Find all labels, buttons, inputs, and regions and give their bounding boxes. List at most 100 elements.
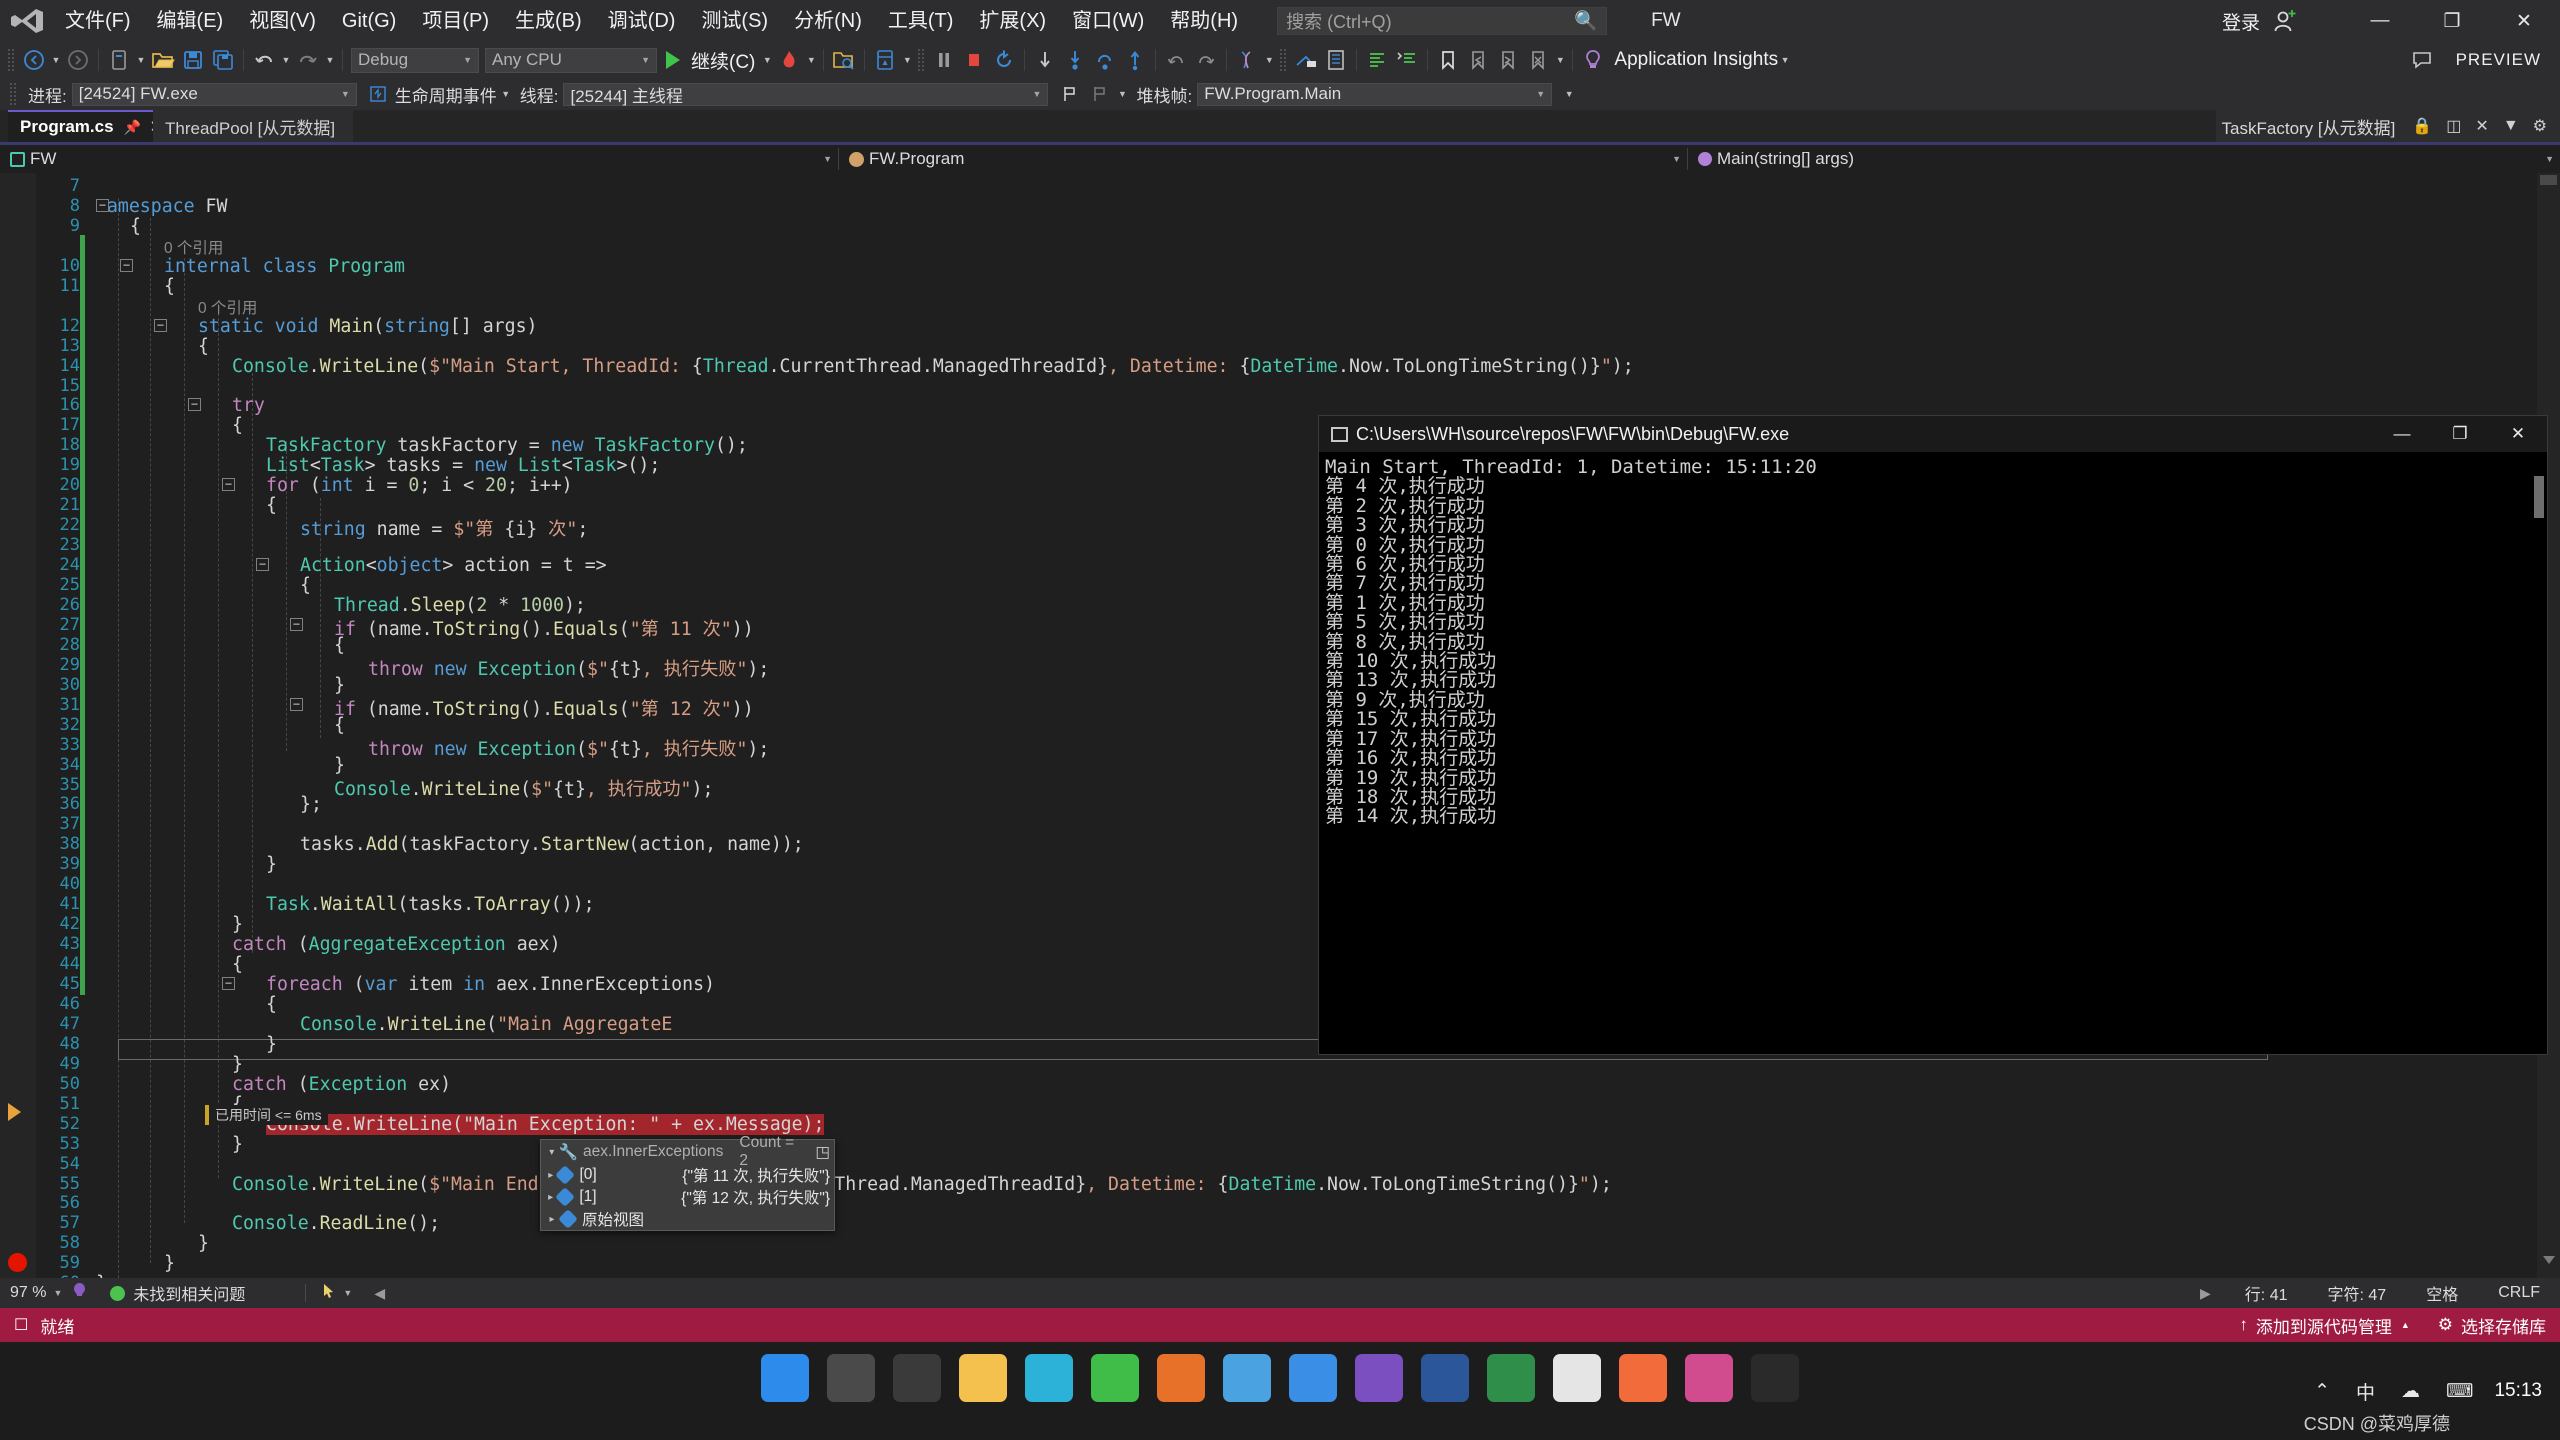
solution-configuration-combo[interactable]: Debug ▼ xyxy=(351,47,479,73)
restart-icon[interactable] xyxy=(989,45,1019,75)
select-tool-dropdown-icon[interactable]: ▼ xyxy=(343,1288,352,1298)
code-line[interactable]: Console.ReadLine(); xyxy=(232,1213,440,1234)
postman-icon[interactable] xyxy=(1619,1354,1667,1402)
qq-icon[interactable] xyxy=(1223,1354,1271,1402)
tray-chevron-icon[interactable]: ⌃ xyxy=(2301,1380,2343,1403)
code-line[interactable]: } xyxy=(266,854,277,875)
code-line[interactable]: for (int i = 0; i < 20; i++) xyxy=(266,475,573,496)
chevron-down-icon[interactable]: ▼ xyxy=(823,154,832,164)
save-all-icon[interactable] xyxy=(208,45,238,75)
gear-icon[interactable]: ⚙ xyxy=(2533,116,2547,136)
navigate-back-icon[interactable] xyxy=(19,45,49,75)
uncomment-lines-icon[interactable] xyxy=(1392,45,1422,75)
code-line[interactable]: { xyxy=(300,575,311,596)
bookmarks-dropdown[interactable]: ▼ xyxy=(1553,55,1567,65)
code-line[interactable]: } xyxy=(266,1034,277,1055)
step-back-icon[interactable] xyxy=(1161,45,1191,75)
code-line[interactable]: static void Main(string[] args) xyxy=(198,316,537,337)
code-line[interactable]: { xyxy=(130,216,141,237)
code-line[interactable]: if (name.ToString().Equals("第 12 次")) xyxy=(334,695,754,721)
chrome-icon[interactable] xyxy=(1553,1354,1601,1402)
console-minimize-button[interactable]: — xyxy=(2373,416,2431,452)
wechat-icon[interactable] xyxy=(1091,1354,1139,1402)
add-account-icon[interactable] xyxy=(2268,8,2298,34)
feedback-icon[interactable] xyxy=(2407,45,2437,75)
menu-view[interactable]: 视图(V) xyxy=(236,0,329,42)
chevron-down-icon[interactable]: ▼ xyxy=(2503,117,2519,135)
code-line[interactable]: } xyxy=(232,1134,243,1155)
debug-target-dropdown[interactable]: ▼ xyxy=(900,55,914,65)
menu-analyze[interactable]: 分析(N) xyxy=(781,0,875,42)
hot-reload-dropdown[interactable]: ▼ xyxy=(804,55,818,65)
ime-indicator[interactable]: 中 xyxy=(2343,1378,2388,1405)
menu-file[interactable]: 文件(F) xyxy=(52,0,144,42)
pause-icon[interactable] xyxy=(929,45,959,75)
code-line[interactable]: Console.WriteLine($"{t}, 执行成功"); xyxy=(334,775,713,801)
attach-to-process-icon[interactable] xyxy=(829,45,859,75)
vs-icon[interactable] xyxy=(1355,1354,1403,1402)
breadcrumb-class[interactable]: FW.Program ▼ xyxy=(839,145,1687,173)
add-to-source-control[interactable]: ↑ 添加到源代码管理 ▲ xyxy=(2225,1313,2423,1338)
flag-thread-icon[interactable] xyxy=(1055,79,1085,109)
unflag-thread-icon[interactable] xyxy=(1085,79,1115,109)
code-line[interactable]: { xyxy=(198,336,209,357)
network-icon[interactable]: ⌨ xyxy=(2433,1380,2486,1403)
toolbar-grip[interactable] xyxy=(917,48,927,72)
step-run-to-cursor-icon[interactable] xyxy=(1030,45,1060,75)
code-line[interactable]: internal class Program xyxy=(164,256,405,277)
indent-mode[interactable]: 空格 xyxy=(2406,1281,2478,1305)
collapse-triangle-icon[interactable]: ▾ xyxy=(545,1147,559,1158)
lifecycle-events-label[interactable]: 生命周期事件 xyxy=(395,82,497,107)
fold-toggle[interactable]: − xyxy=(222,478,235,492)
split-view-icon[interactable]: ◫ xyxy=(2446,116,2461,136)
line-endings[interactable]: CRLF xyxy=(2478,1284,2560,1302)
scroll-right-icon[interactable]: ▶ xyxy=(2200,1285,2211,1302)
hot-reload-icon[interactable] xyxy=(774,45,804,75)
fold-toggle[interactable]: − xyxy=(120,258,133,272)
code-line[interactable]: }; xyxy=(300,794,322,815)
code-line[interactable]: { xyxy=(266,495,277,516)
console-scroll-thumb[interactable] xyxy=(2534,476,2544,518)
toolbar-grip[interactable] xyxy=(1279,48,1289,72)
code-line[interactable]: Console.WriteLine("Main Exception: " + e… xyxy=(266,1113,825,1135)
thread-combo[interactable]: [25244] 主线程 ▼ xyxy=(563,82,1049,106)
save-icon[interactable] xyxy=(178,45,208,75)
code-line[interactable]: catch (AggregateException aex) xyxy=(232,934,561,955)
menu-project[interactable]: 项目(P) xyxy=(409,0,502,42)
code-line[interactable]: throw new Exception($"{t}, 执行失败"); xyxy=(368,735,769,761)
code-line[interactable]: } xyxy=(334,755,345,776)
codelens-reference[interactable]: 0 个引用 xyxy=(198,296,257,318)
console-title-bar[interactable]: C:\Users\WH\source\repos\FW\FW\bin\Debug… xyxy=(1319,416,2547,452)
expand-triangle-icon[interactable]: ▸ xyxy=(545,1192,556,1203)
code-line[interactable]: { xyxy=(334,715,345,736)
step-over-icon[interactable] xyxy=(1090,45,1120,75)
menu-git[interactable]: Git(G) xyxy=(329,0,409,42)
lock-icon[interactable]: 🔒 xyxy=(2412,116,2432,136)
fold-toggle[interactable]: − xyxy=(222,977,235,990)
new-file-icon[interactable] xyxy=(104,45,134,75)
code-line[interactable]: try xyxy=(232,395,265,416)
zoom-level[interactable]: 97 % xyxy=(10,1284,46,1302)
code-line[interactable]: } xyxy=(164,1253,175,1274)
widgets-icon[interactable] xyxy=(893,1354,941,1402)
previous-bookmark-icon[interactable] xyxy=(1463,45,1493,75)
code-line[interactable]: { xyxy=(266,994,277,1015)
menu-help[interactable]: 帮助(H) xyxy=(1157,0,1251,42)
toolbar-grip[interactable] xyxy=(7,48,16,72)
window-close-button[interactable]: ✕ xyxy=(2488,0,2560,42)
fold-toggle[interactable]: − xyxy=(290,697,303,711)
threads-icon[interactable] xyxy=(1232,45,1262,75)
continue-dropdown[interactable]: ▼ xyxy=(760,55,774,65)
step-out-icon[interactable] xyxy=(1120,45,1150,75)
select-tool-icon[interactable] xyxy=(320,1282,337,1305)
datatip-row[interactable]: ▸ [0] {"第 11 次, 执行失败"} xyxy=(541,1164,834,1186)
application-insights-dropdown[interactable]: ▼ xyxy=(1778,55,1792,65)
comment-lines-icon[interactable] xyxy=(1362,45,1392,75)
step-forward-icon[interactable] xyxy=(1191,45,1221,75)
code-line[interactable]: Thread.Sleep(2 * 1000); xyxy=(334,595,586,616)
code-line[interactable]: } xyxy=(232,1054,243,1075)
taskbar-clock[interactable]: 15:13 xyxy=(2486,1379,2560,1403)
chevron-down-icon[interactable]: ▼ xyxy=(1672,154,1681,164)
menu-debug[interactable]: 调试(D) xyxy=(595,0,689,42)
scroll-down-arrow[interactable] xyxy=(2543,1256,2555,1264)
